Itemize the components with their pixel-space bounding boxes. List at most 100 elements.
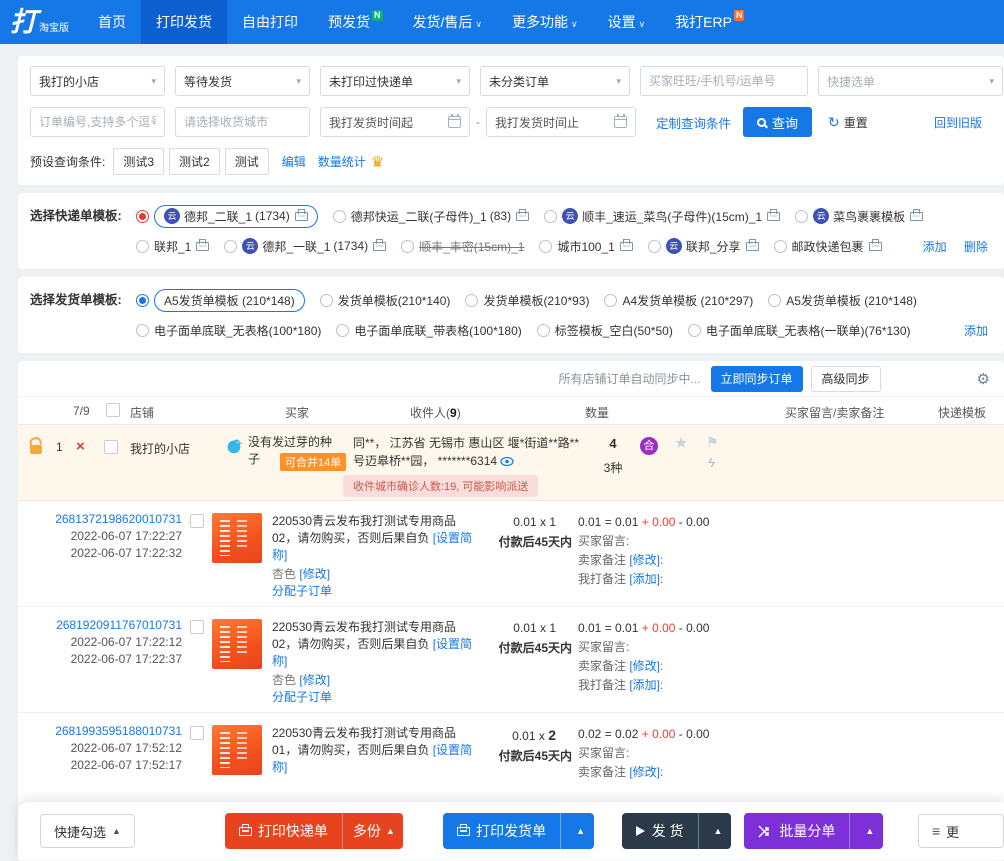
merged-order-icon[interactable]: 合: [640, 437, 658, 455]
nav-item-home[interactable]: 首页: [83, 0, 141, 44]
radio-icon[interactable]: [136, 239, 149, 253]
radio-icon[interactable]: [544, 209, 558, 223]
quick-check-button[interactable]: 快捷勾选 ▲: [40, 814, 135, 848]
product-image[interactable]: [212, 725, 262, 775]
express-template-option-disabled[interactable]: 顺丰_丰密(15cm)_1: [401, 238, 524, 255]
assign-sub-order-link[interactable]: 分配子订单: [272, 584, 332, 598]
radio-icon[interactable]: [647, 239, 661, 253]
nav-item-preship[interactable]: 预发货 N: [313, 0, 398, 44]
radio-icon[interactable]: [604, 293, 618, 307]
invoice-template-option[interactable]: 电子面单底联_无表格(100*180): [136, 322, 321, 339]
sku-modify-link[interactable]: [修改]: [299, 567, 330, 581]
order-checkbox[interactable]: [190, 514, 204, 528]
radio-icon[interactable]: [401, 239, 415, 253]
radio-icon[interactable]: [539, 239, 553, 253]
order-id-link[interactable]: 2681993595188010731: [55, 724, 182, 738]
radio-icon[interactable]: [336, 323, 350, 337]
invoice-template-option[interactable]: 标签模板_空白(50*50): [536, 322, 673, 339]
radio-icon[interactable]: [465, 293, 479, 307]
category-select[interactable]: 未分类订单 ▾: [480, 66, 630, 96]
invoice-template-option[interactable]: A4发货单模板 (210*297): [604, 292, 753, 309]
radio-icon[interactable]: [332, 209, 346, 223]
print-state-select[interactable]: 未打印过快递单 ▾: [320, 66, 470, 96]
nav-item-free-print[interactable]: 自由打印: [227, 0, 313, 44]
lightning-icon[interactable]: ϟ: [708, 455, 715, 470]
ship-time-end-picker[interactable]: 我打发货时间止: [486, 107, 636, 137]
preset-chip-1[interactable]: 测试3: [113, 148, 165, 175]
nav-item-settings[interactable]: 设置 ∨: [593, 0, 661, 44]
add-template-link[interactable]: 添加: [964, 324, 988, 338]
printer-icon[interactable]: [619, 238, 633, 251]
express-template-option[interactable]: 联邦_1: [136, 238, 210, 255]
my-note-add-link[interactable]: [添加]: [629, 572, 660, 586]
printer-icon[interactable]: [767, 208, 781, 221]
batch-split-button[interactable]: 批量分单: [744, 813, 849, 849]
more-actions-button[interactable]: ≡ 更: [918, 814, 1004, 848]
product-image[interactable]: [212, 619, 262, 669]
printer-icon[interactable]: [516, 208, 530, 221]
printer-icon[interactable]: [294, 208, 308, 221]
printer-icon[interactable]: [373, 238, 387, 251]
ship-time-start-picker[interactable]: 我打发货时间起: [320, 107, 470, 137]
quantity-stats-link[interactable]: 数量统计: [318, 153, 366, 170]
invoice-template-option[interactable]: 电子面单底联_无表格(一联单)(76*130): [687, 322, 911, 339]
seller-note-modify-link[interactable]: [修改]: [629, 659, 660, 673]
ship-more-button[interactable]: ▲: [697, 813, 732, 849]
order-status-select[interactable]: 等待发货 ▾: [175, 66, 310, 96]
order-no-input[interactable]: [39, 115, 156, 129]
search-button[interactable]: 查询: [743, 107, 813, 137]
wangwang-buyer-icon[interactable]: [226, 437, 244, 454]
custom-query-link[interactable]: 定制查询条件: [656, 113, 731, 132]
select-all-checkbox[interactable]: [106, 403, 120, 417]
preset-edit-link[interactable]: 编辑: [282, 153, 306, 170]
express-template-option[interactable]: 德邦快运_二联(子母件)_1 (83): [332, 208, 530, 225]
nav-item-ship-aftersale[interactable]: 发货/售后 ∨: [398, 0, 497, 44]
batch-split-more-button[interactable]: ▲: [849, 813, 883, 849]
nav-item-more-features[interactable]: 更多功能 ∨: [497, 0, 593, 44]
radio-icon[interactable]: [224, 239, 238, 253]
product-image[interactable]: [212, 513, 262, 563]
order-checkbox[interactable]: [190, 620, 204, 634]
order-no-field[interactable]: [30, 107, 165, 137]
preset-chip-2[interactable]: 测试2: [169, 148, 220, 175]
printer-icon[interactable]: [196, 238, 210, 251]
seller-note-modify-link[interactable]: [修改]: [629, 553, 660, 567]
radio-icon[interactable]: [536, 323, 550, 337]
sku-modify-link[interactable]: [修改]: [299, 673, 330, 687]
add-template-link[interactable]: 添加: [923, 240, 947, 254]
invoice-template-option[interactable]: A5发货单模板 (210*148): [768, 292, 917, 309]
radio-icon[interactable]: [687, 323, 701, 337]
buyer-search-input[interactable]: [649, 74, 799, 88]
city-field[interactable]: [175, 107, 310, 137]
order-checkbox[interactable]: [190, 726, 204, 740]
invoice-template-option-selected[interactable]: A5发货单模板 (210*148): [136, 288, 305, 312]
print-express-button[interactable]: 打印快递单: [225, 813, 342, 849]
express-template-option[interactable]: 云 顺丰_速运_菜鸟(子母件)(15cm)_1: [544, 208, 781, 225]
express-template-option[interactable]: 云 联邦_分享: [647, 238, 759, 255]
nav-item-print-ship[interactable]: 打印发货: [141, 0, 227, 44]
radio-icon[interactable]: [773, 239, 787, 253]
star-flag-icon[interactable]: ★: [674, 433, 688, 453]
unlock-icon[interactable]: [30, 445, 42, 454]
invoice-template-option[interactable]: 电子面单底联_带表格(100*180): [336, 322, 522, 339]
flag-icon[interactable]: ⚑: [706, 434, 719, 451]
radio-selected-icon[interactable]: [136, 293, 149, 307]
print-express-multi-button[interactable]: 多份 ▲: [341, 813, 403, 849]
radio-icon[interactable]: [319, 293, 333, 307]
seller-note-modify-link[interactable]: [修改]: [629, 765, 660, 779]
express-template-option-selected[interactable]: 云 德邦_二联_1 (1734): [136, 204, 318, 228]
app-logo[interactable]: 打 淘宝版: [10, 8, 69, 36]
sync-now-button[interactable]: 立即同步订单: [710, 365, 803, 392]
group-checkbox[interactable]: [104, 440, 118, 454]
nav-item-erp[interactable]: 我打ERP N: [660, 0, 759, 44]
express-template-option[interactable]: 城市100_1: [539, 238, 633, 255]
quick-select[interactable]: 快捷选单 ▾: [818, 66, 1003, 96]
shop-select[interactable]: 我打的小店 ▾: [30, 66, 165, 96]
radio-selected-icon[interactable]: [136, 209, 149, 223]
print-invoice-more-button[interactable]: ▲: [560, 813, 593, 849]
express-template-option[interactable]: 云 菜鸟裹裹模板: [795, 208, 924, 225]
printer-icon[interactable]: [745, 238, 759, 251]
print-invoice-button[interactable]: 打印发货单: [443, 813, 560, 849]
order-id-link[interactable]: 2681372198620010731: [55, 512, 182, 526]
printer-icon[interactable]: [910, 208, 924, 221]
